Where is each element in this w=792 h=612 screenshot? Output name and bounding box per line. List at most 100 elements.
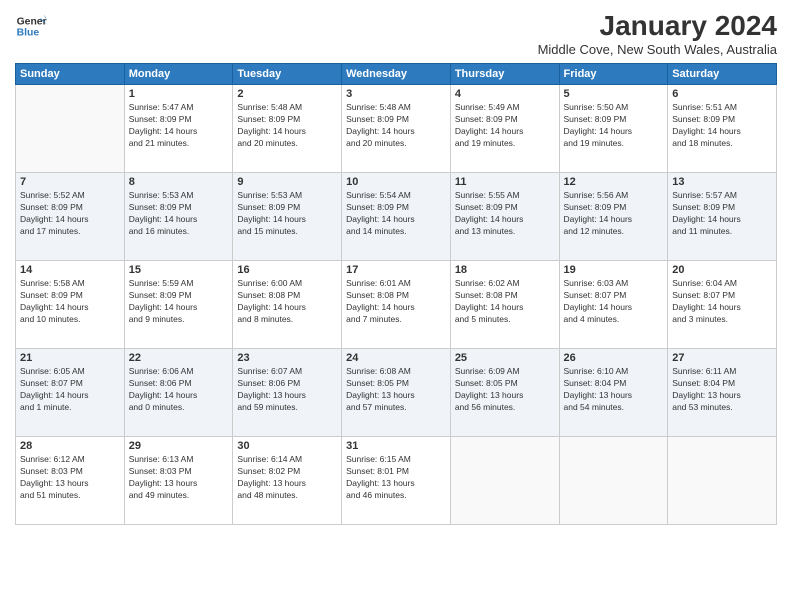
day-number: 13 — [672, 176, 772, 188]
weekday-header-row: SundayMondayTuesdayWednesdayThursdayFrid… — [16, 64, 777, 85]
day-cell: 4 Sunrise: 5:49 AMSunset: 8:09 PMDaylight… — [450, 85, 559, 173]
weekday-header-saturday: Saturday — [668, 64, 777, 85]
day-number: 28 — [20, 440, 120, 452]
day-cell: 8 Sunrise: 5:53 AMSunset: 8:09 PMDaylight… — [124, 173, 233, 261]
day-cell — [559, 437, 668, 525]
day-info: Sunrise: 6:11 AMSunset: 8:04 PMDaylight:… — [672, 366, 772, 414]
day-number: 30 — [237, 440, 337, 452]
day-number: 29 — [129, 440, 229, 452]
day-cell: 16 Sunrise: 6:00 AMSunset: 8:08 PMDayligh… — [233, 261, 342, 349]
day-number: 26 — [564, 352, 664, 364]
day-info: Sunrise: 6:03 AMSunset: 8:07 PMDaylight:… — [564, 278, 664, 326]
day-info: Sunrise: 6:06 AMSunset: 8:06 PMDaylight:… — [129, 366, 229, 414]
day-cell: 27 Sunrise: 6:11 AMSunset: 8:04 PMDayligh… — [668, 349, 777, 437]
day-number: 10 — [346, 176, 446, 188]
day-cell: 28 Sunrise: 6:12 AMSunset: 8:03 PMDayligh… — [16, 437, 125, 525]
day-cell: 14 Sunrise: 5:58 AMSunset: 8:09 PMDayligh… — [16, 261, 125, 349]
day-info: Sunrise: 6:09 AMSunset: 8:05 PMDaylight:… — [455, 366, 555, 414]
month-title: January 2024 — [538, 10, 777, 42]
day-number: 27 — [672, 352, 772, 364]
svg-text:General: General — [17, 16, 47, 27]
day-number: 4 — [455, 88, 555, 100]
day-number: 8 — [129, 176, 229, 188]
weekday-header-monday: Monday — [124, 64, 233, 85]
day-info: Sunrise: 6:08 AMSunset: 8:05 PMDaylight:… — [346, 366, 446, 414]
day-cell — [668, 437, 777, 525]
day-number: 23 — [237, 352, 337, 364]
day-info: Sunrise: 5:53 AMSunset: 8:09 PMDaylight:… — [129, 190, 229, 238]
day-info: Sunrise: 5:53 AMSunset: 8:09 PMDaylight:… — [237, 190, 337, 238]
location: Middle Cove, New South Wales, Australia — [538, 42, 777, 57]
day-number: 25 — [455, 352, 555, 364]
day-number: 9 — [237, 176, 337, 188]
svg-text:Blue: Blue — [17, 28, 40, 39]
day-cell: 2Sunrise: 5:48 AMSunset: 8:09 PMDaylight… — [233, 85, 342, 173]
day-cell: 5Sunrise: 5:50 AMSunset: 8:09 PMDaylight… — [559, 85, 668, 173]
day-cell — [450, 437, 559, 525]
day-info: Sunrise: 5:47 AMSunset: 8:09 PMDaylight:… — [129, 102, 229, 150]
page-header: General Blue January 2024 Middle Cove, N… — [15, 10, 777, 57]
weekday-header-sunday: Sunday — [16, 64, 125, 85]
day-cell: 21 Sunrise: 6:05 AMSunset: 8:07 PMDayligh… — [16, 349, 125, 437]
day-cell: 25 Sunrise: 6:09 AMSunset: 8:05 PMDayligh… — [450, 349, 559, 437]
day-number: 1 — [129, 88, 229, 100]
day-info: Sunrise: 6:05 AMSunset: 8:07 PMDaylight:… — [20, 366, 120, 414]
day-number: 21 — [20, 352, 120, 364]
day-cell: 3Sunrise: 5:48 AMSunset: 8:09 PMDaylight… — [342, 85, 451, 173]
week-row-2: 7 Sunrise: 5:52 AMSunset: 8:09 PMDaylight… — [16, 173, 777, 261]
day-number: 7 — [20, 176, 120, 188]
day-cell: 22Sunrise: 6:06 AMSunset: 8:06 PMDayligh… — [124, 349, 233, 437]
day-info: Sunrise: 5:52 AMSunset: 8:09 PMDaylight:… — [20, 190, 120, 238]
week-row-3: 14 Sunrise: 5:58 AMSunset: 8:09 PMDayligh… — [16, 261, 777, 349]
day-cell: 29Sunrise: 6:13 AMSunset: 8:03 PMDayligh… — [124, 437, 233, 525]
day-number: 6 — [672, 88, 772, 100]
day-number: 14 — [20, 264, 120, 276]
title-block: January 2024 Middle Cove, New South Wale… — [538, 10, 777, 57]
day-info: Sunrise: 5:51 AMSunset: 8:09 PMDaylight:… — [672, 102, 772, 150]
day-cell: 24 Sunrise: 6:08 AMSunset: 8:05 PMDayligh… — [342, 349, 451, 437]
day-cell: 10 Sunrise: 5:54 AMSunset: 8:09 PMDayligh… — [342, 173, 451, 261]
day-number: 17 — [346, 264, 446, 276]
day-cell: 31Sunrise: 6:15 AMSunset: 8:01 PMDayligh… — [342, 437, 451, 525]
day-info: Sunrise: 6:10 AMSunset: 8:04 PMDaylight:… — [564, 366, 664, 414]
day-cell: 1 Sunrise: 5:47 AMSunset: 8:09 PMDaylight… — [124, 85, 233, 173]
day-info: Sunrise: 6:12 AMSunset: 8:03 PMDaylight:… — [20, 454, 120, 502]
logo: General Blue — [15, 10, 47, 42]
day-info: Sunrise: 5:58 AMSunset: 8:09 PMDaylight:… — [20, 278, 120, 326]
day-number: 16 — [237, 264, 337, 276]
week-row-5: 28 Sunrise: 6:12 AMSunset: 8:03 PMDayligh… — [16, 437, 777, 525]
day-info: Sunrise: 6:00 AMSunset: 8:08 PMDaylight:… — [237, 278, 337, 326]
day-number: 3 — [346, 88, 446, 100]
day-number: 2 — [237, 88, 337, 100]
day-number: 12 — [564, 176, 664, 188]
day-number: 5 — [564, 88, 664, 100]
day-cell: 9 Sunrise: 5:53 AMSunset: 8:09 PMDaylight… — [233, 173, 342, 261]
day-cell: 20Sunrise: 6:04 AMSunset: 8:07 PMDayligh… — [668, 261, 777, 349]
weekday-header-friday: Friday — [559, 64, 668, 85]
day-info: Sunrise: 5:57 AMSunset: 8:09 PMDaylight:… — [672, 190, 772, 238]
day-info: Sunrise: 6:14 AMSunset: 8:02 PMDaylight:… — [237, 454, 337, 502]
day-cell: 11Sunrise: 5:55 AMSunset: 8:09 PMDayligh… — [450, 173, 559, 261]
day-cell: 30 Sunrise: 6:14 AMSunset: 8:02 PMDayligh… — [233, 437, 342, 525]
day-cell: 6 Sunrise: 5:51 AMSunset: 8:09 PMDaylight… — [668, 85, 777, 173]
weekday-header-wednesday: Wednesday — [342, 64, 451, 85]
day-cell: 18Sunrise: 6:02 AMSunset: 8:08 PMDayligh… — [450, 261, 559, 349]
day-number: 11 — [455, 176, 555, 188]
day-info: Sunrise: 6:15 AMSunset: 8:01 PMDaylight:… — [346, 454, 446, 502]
day-cell: 19Sunrise: 6:03 AMSunset: 8:07 PMDayligh… — [559, 261, 668, 349]
day-info: Sunrise: 5:59 AMSunset: 8:09 PMDaylight:… — [129, 278, 229, 326]
logo-icon: General Blue — [15, 10, 47, 42]
day-cell: 23 Sunrise: 6:07 AMSunset: 8:06 PMDayligh… — [233, 349, 342, 437]
day-info: Sunrise: 6:07 AMSunset: 8:06 PMDaylight:… — [237, 366, 337, 414]
day-info: Sunrise: 6:01 AMSunset: 8:08 PMDaylight:… — [346, 278, 446, 326]
day-number: 15 — [129, 264, 229, 276]
day-number: 24 — [346, 352, 446, 364]
day-number: 20 — [672, 264, 772, 276]
day-info: Sunrise: 5:54 AMSunset: 8:09 PMDaylight:… — [346, 190, 446, 238]
day-cell: 12 Sunrise: 5:56 AMSunset: 8:09 PMDayligh… — [559, 173, 668, 261]
day-info: Sunrise: 5:49 AMSunset: 8:09 PMDaylight:… — [455, 102, 555, 150]
weekday-header-thursday: Thursday — [450, 64, 559, 85]
day-cell: 7 Sunrise: 5:52 AMSunset: 8:09 PMDaylight… — [16, 173, 125, 261]
calendar-table: SundayMondayTuesdayWednesdayThursdayFrid… — [15, 63, 777, 525]
day-info: Sunrise: 5:56 AMSunset: 8:09 PMDaylight:… — [564, 190, 664, 238]
